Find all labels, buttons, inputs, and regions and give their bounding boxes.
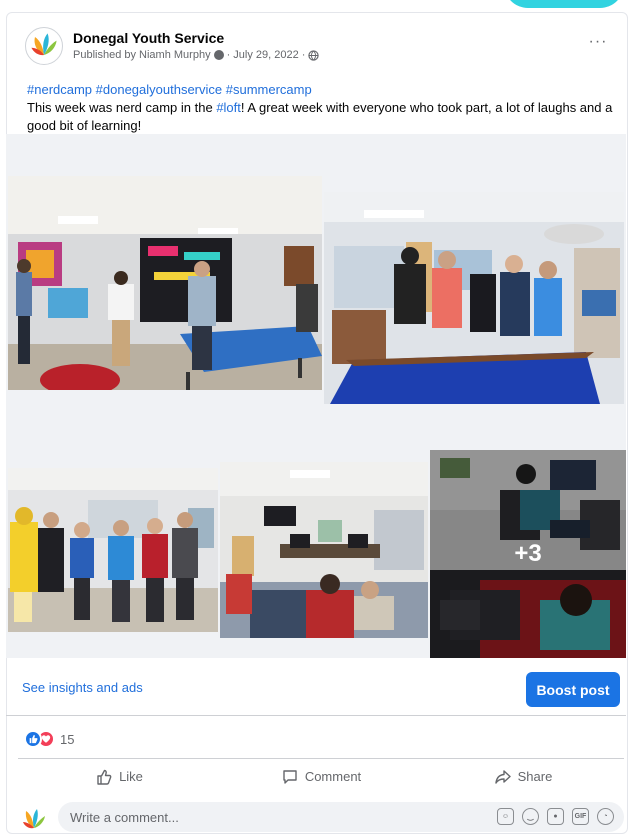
post-date[interactable]: · July 29, 2022 · — [227, 49, 306, 61]
reaction-count[interactable]: 15 — [60, 732, 74, 747]
globe-icon — [308, 49, 320, 61]
photo-gallery: +3 — [6, 134, 626, 658]
thumbs-up-icon — [29, 734, 38, 744]
heart-icon — [41, 735, 51, 743]
published-by[interactable]: Published by Niamh Murphy — [73, 49, 211, 61]
comment-input-wrapper: ☺ ‿ ● GIF ◔ — [58, 802, 624, 832]
share-button[interactable]: Share — [422, 759, 624, 794]
post-header: Donegal Youth Service Published by Niamh… — [19, 23, 615, 69]
photo-group-standing-image — [8, 468, 218, 632]
commenter-avatar-icon[interactable] — [20, 804, 48, 832]
sticker-icon[interactable]: ◔ — [597, 808, 614, 825]
text-before-link: This week was nerd camp in the — [27, 100, 217, 115]
more-photos-count[interactable]: +3 — [430, 450, 626, 658]
reactions-summary[interactable]: 15 — [24, 730, 74, 748]
photo-group-standing[interactable] — [8, 468, 218, 632]
insights-bar: See insights and ads Boost post — [6, 658, 626, 716]
photo-more[interactable]: +3 — [430, 450, 626, 658]
comment-button[interactable]: Comment — [220, 759, 422, 794]
corner-decoration — [492, 0, 632, 10]
comment-icon — [283, 769, 297, 784]
page-name[interactable]: Donegal Youth Service — [73, 30, 224, 46]
loft-hashtag-link[interactable]: #loft — [216, 100, 241, 115]
photo-table-tennis[interactable] — [8, 176, 322, 390]
page-avatar[interactable] — [25, 27, 63, 65]
gif-icon[interactable]: GIF — [572, 808, 589, 825]
photo-table-tennis-image — [8, 176, 322, 390]
hashtags[interactable]: #nerdcamp #donegalyouthservice #summerca… — [27, 81, 617, 99]
photo-computer-room[interactable] — [220, 462, 428, 638]
comment-tools: ☺ ‿ ● GIF ◔ — [497, 808, 614, 825]
camera-icon[interactable]: ● — [547, 808, 564, 825]
logo-icon — [31, 33, 57, 56]
photo-computer-room-image — [220, 462, 428, 638]
post-text: #nerdcamp #donegalyouthservice #summerca… — [27, 81, 617, 135]
see-insights-link[interactable]: See insights and ads — [22, 680, 143, 695]
photo-pool-table-image — [324, 192, 624, 404]
comment-label: Comment — [304, 769, 362, 784]
emoji-icon[interactable]: ‿ — [522, 808, 539, 825]
share-label: Share — [517, 769, 553, 784]
like-icon — [97, 769, 112, 785]
like-button[interactable]: Like — [18, 759, 220, 794]
comment-input[interactable] — [70, 808, 370, 826]
like-reaction-icon — [24, 730, 42, 748]
info-icon[interactable] — [213, 50, 224, 60]
avatar-sticker-icon[interactable]: ☺ — [497, 808, 514, 825]
more-options-button[interactable]: ··· — [585, 31, 611, 53]
post-meta: Published by Niamh Murphy · July 29, 202… — [73, 49, 320, 61]
action-bar: Like Comment Share — [18, 758, 624, 794]
boost-post-button[interactable]: Boost post — [526, 672, 620, 707]
photo-pool-table[interactable] — [324, 192, 624, 404]
like-label: Like — [119, 769, 143, 784]
comment-composer: ☺ ‿ ● GIF ◔ — [20, 802, 624, 832]
share-icon — [494, 769, 511, 784]
